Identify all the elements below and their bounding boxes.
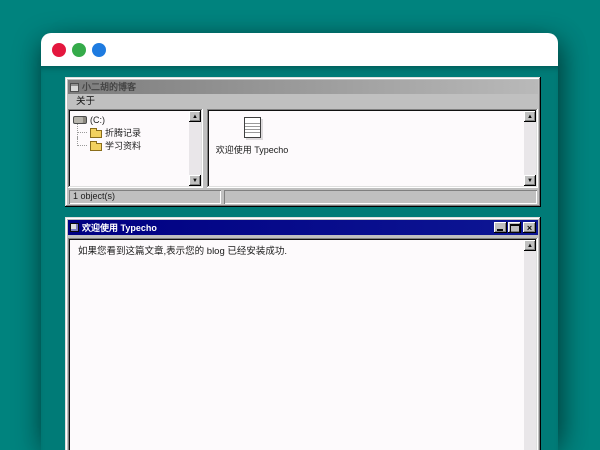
tree-item-folder-2[interactable]: 学习资料	[73, 139, 189, 152]
tree-vertical-scrollbar[interactable]: ▲ ▼	[189, 111, 201, 186]
tree-item-label: (C:)	[90, 115, 105, 125]
arrow-up-icon: ▲	[527, 243, 533, 249]
scroll-up-button[interactable]: ▲	[524, 240, 536, 251]
scroll-up-button[interactable]: ▲	[524, 111, 536, 122]
menu-item-about[interactable]: 关于	[73, 95, 98, 108]
browser-window: 小二胡的博客 关于 (C:)	[41, 33, 558, 450]
arrow-down-icon: ▼	[192, 178, 198, 184]
close-button-icon[interactable]: ×	[523, 222, 536, 233]
folder-icon	[90, 143, 102, 151]
explorer-statusbar: 1 object(s)	[68, 190, 538, 204]
tree-connector	[77, 126, 90, 139]
status-object-count: 1 object(s)	[69, 190, 221, 204]
traffic-light-blue-icon[interactable]	[92, 43, 106, 57]
browser-titlebar	[41, 33, 558, 66]
document-icon	[244, 117, 261, 138]
arrow-down-icon: ▼	[527, 178, 533, 184]
scrollbar-track[interactable]	[524, 251, 536, 450]
explorer-body: (C:) 折腾记录 学习资料	[68, 109, 538, 188]
folder-icon	[90, 130, 102, 138]
maximize-button-icon[interactable]	[508, 222, 521, 233]
article-app-icon	[70, 223, 79, 232]
article-vertical-scrollbar[interactable]: ▲	[524, 240, 536, 450]
folder-tree: (C:) 折腾记录 学习资料	[70, 111, 189, 186]
browser-viewport: 小二胡的博客 关于 (C:)	[41, 66, 558, 450]
tree-connector	[77, 139, 90, 152]
tree-item-folder-1[interactable]: 折腾记录	[73, 126, 189, 139]
article-content-panel: 如果您看到这篇文章,表示您的 blog 已经安装成功. ▲	[68, 238, 538, 450]
article-window-title: 欢迎使用 Typecho	[82, 221, 157, 235]
folder-tree-panel: (C:) 折腾记录 学习资料	[68, 109, 203, 188]
file-item-label: 欢迎使用 Typecho	[216, 143, 289, 156]
scrollbar-track[interactable]	[524, 122, 536, 175]
article-titlebar[interactable]: 欢迎使用 Typecho ×	[68, 220, 538, 235]
traffic-light-green-icon[interactable]	[72, 43, 86, 57]
explorer-menubar: 关于	[68, 94, 538, 108]
drive-icon	[73, 116, 87, 124]
explorer-titlebar[interactable]: 小二胡的博客	[68, 80, 538, 94]
window-controls: ×	[494, 222, 536, 233]
scroll-up-button[interactable]: ▲	[189, 111, 201, 122]
arrow-up-icon: ▲	[527, 114, 533, 120]
scroll-down-button[interactable]: ▼	[189, 175, 201, 186]
files-vertical-scrollbar[interactable]: ▲ ▼	[524, 111, 536, 186]
article-window: 欢迎使用 Typecho × 如果您看到这篇文章,表示您的 blog 已经安装成…	[65, 217, 541, 450]
status-extra-cell	[224, 190, 537, 204]
explorer-window: 小二胡的博客 关于 (C:)	[65, 77, 541, 207]
tree-item-label: 折腾记录	[105, 126, 141, 139]
scroll-down-button[interactable]: ▼	[524, 175, 536, 186]
explorer-window-title: 小二胡的博客	[82, 80, 136, 94]
traffic-light-red-icon[interactable]	[52, 43, 66, 57]
article-text: 如果您看到这篇文章,表示您的 blog 已经安装成功.	[70, 240, 524, 450]
minimize-button-icon[interactable]	[494, 222, 507, 233]
tree-item-drive-c[interactable]: (C:)	[73, 113, 189, 126]
file-item-typecho[interactable]: 欢迎使用 Typecho	[215, 117, 289, 156]
tree-item-label: 学习资料	[105, 139, 141, 152]
arrow-up-icon: ▲	[192, 114, 198, 120]
explorer-app-icon	[70, 83, 79, 92]
file-list: 欢迎使用 Typecho	[209, 111, 524, 186]
file-list-panel: 欢迎使用 Typecho ▲ ▼	[207, 109, 538, 188]
scrollbar-track[interactable]	[189, 122, 201, 175]
